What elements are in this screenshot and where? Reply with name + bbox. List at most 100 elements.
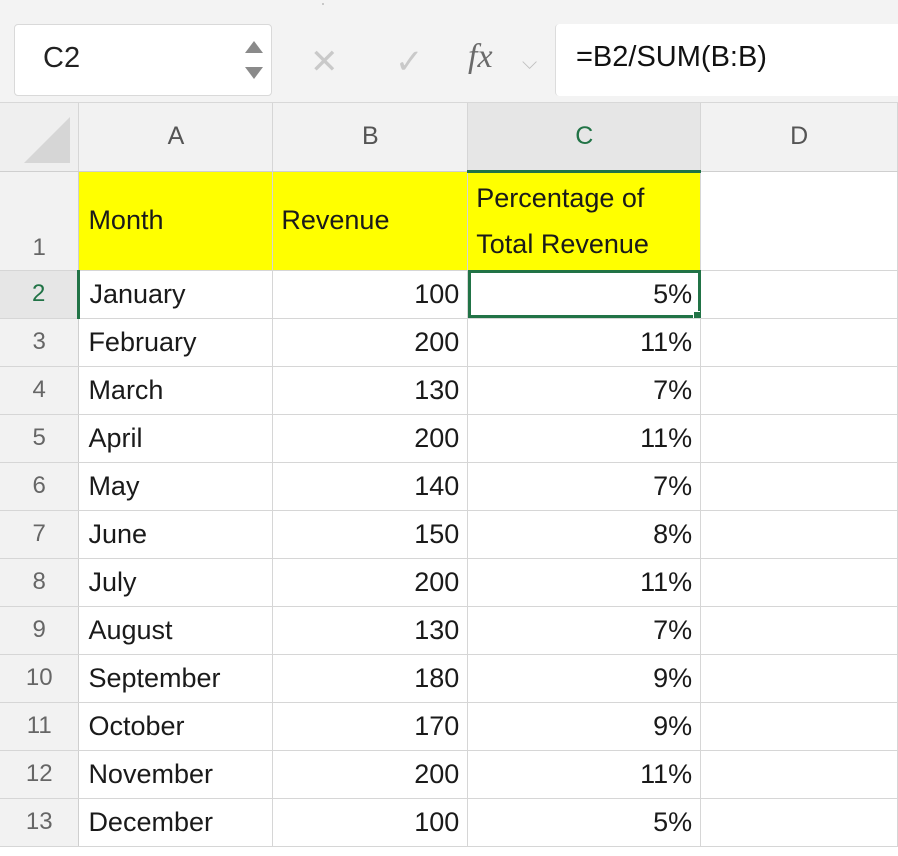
row-header-11[interactable]: 11: [0, 702, 80, 751]
row-header-1[interactable]: 1: [0, 171, 80, 271]
chevron-down-icon[interactable]: [245, 67, 263, 79]
spreadsheet-grid: A B C D 1 Month Revenue Percentage of To…: [0, 103, 898, 847]
cell-a1[interactable]: Month: [78, 171, 274, 271]
cell-d-empty[interactable]: [700, 462, 898, 511]
cell-d-empty[interactable]: [700, 558, 898, 607]
row-header-9[interactable]: 9: [0, 606, 80, 655]
cell-month[interactable]: May: [78, 462, 274, 511]
cell-d-empty[interactable]: [700, 798, 898, 847]
row-header-10[interactable]: 10: [0, 654, 80, 703]
cell-d-empty[interactable]: [700, 606, 898, 655]
fill-handle[interactable]: [693, 310, 700, 317]
cell-month[interactable]: November: [78, 750, 274, 799]
cell-month[interactable]: September: [78, 654, 274, 703]
cell-d-empty[interactable]: [700, 750, 898, 799]
cell-percentage[interactable]: 5%: [467, 798, 702, 847]
column-header-a[interactable]: A: [78, 103, 274, 172]
cell-d-empty[interactable]: [700, 654, 898, 703]
column-header-row: A B C D: [0, 103, 898, 173]
column-header-c[interactable]: C: [467, 103, 702, 173]
name-box-stepper[interactable]: [243, 35, 265, 87]
cell-percentage[interactable]: 8%: [467, 510, 702, 559]
row-header-12[interactable]: 12: [0, 750, 80, 799]
cell-d-empty[interactable]: [700, 702, 898, 751]
formula-bar: C2 ✕ ✓ fx ⌵ =B2/SUM(B:B): [0, 14, 898, 103]
chevron-down-icon[interactable]: ⌵: [522, 52, 537, 75]
table-row: 2 January 100 5%: [0, 270, 898, 319]
table-row: 7 June 150 8%: [0, 510, 898, 559]
cell-percentage[interactable]: 5%: [467, 270, 702, 319]
cell-month[interactable]: April: [78, 414, 274, 463]
cell-revenue[interactable]: 100: [272, 270, 469, 319]
cell-percentage[interactable]: 7%: [467, 462, 702, 511]
cell-month[interactable]: March: [78, 366, 274, 415]
formula-text[interactable]: =B2/SUM(B:B): [576, 41, 767, 74]
table-row: 5 April 200 11%: [0, 414, 898, 463]
cancel-icon[interactable]: ✕: [310, 42, 339, 82]
grip-dot: [322, 3, 324, 5]
cell-month[interactable]: June: [78, 510, 274, 559]
cell-revenue[interactable]: 140: [272, 462, 469, 511]
cell-month[interactable]: July: [78, 558, 274, 607]
table-row: 9 August 130 7%: [0, 606, 898, 655]
cell-percentage[interactable]: 11%: [467, 558, 702, 607]
table-row: 4 March 130 7%: [0, 366, 898, 415]
table-row: 3 February 200 11%: [0, 318, 898, 367]
name-box-value[interactable]: C2: [43, 42, 80, 75]
row-header-3[interactable]: 3: [0, 318, 80, 367]
cell-revenue[interactable]: 170: [272, 702, 469, 751]
chevron-up-icon[interactable]: [245, 41, 263, 53]
cell-revenue[interactable]: 130: [272, 366, 469, 415]
cell-percentage[interactable]: 7%: [467, 606, 702, 655]
cell-percentage[interactable]: 11%: [467, 750, 702, 799]
column-header-d[interactable]: D: [700, 103, 898, 172]
cell-month[interactable]: January: [78, 270, 274, 319]
cell-d-empty[interactable]: [700, 270, 898, 319]
function-icon[interactable]: fx: [468, 38, 493, 76]
cell-month[interactable]: August: [78, 606, 274, 655]
cell-month[interactable]: December: [78, 798, 274, 847]
row-header-6[interactable]: 6: [0, 462, 80, 511]
select-all-button[interactable]: [0, 103, 80, 172]
cell-month[interactable]: February: [78, 318, 274, 367]
cell-revenue[interactable]: 200: [272, 558, 469, 607]
column-header-b[interactable]: B: [272, 103, 469, 172]
cell-revenue[interactable]: 150: [272, 510, 469, 559]
select-all-triangle-icon: [24, 116, 71, 163]
cell-percentage[interactable]: 9%: [467, 702, 702, 751]
row-header-4[interactable]: 4: [0, 366, 80, 415]
table-row: 6 May 140 7%: [0, 462, 898, 511]
cell-d1[interactable]: [700, 171, 898, 271]
cell-c1[interactable]: Percentage of Total Revenue: [467, 171, 702, 271]
table-row: 11 October 170 9%: [0, 702, 898, 751]
cell-d-empty[interactable]: [700, 366, 898, 415]
cell-percentage[interactable]: 9%: [467, 654, 702, 703]
row-header-8[interactable]: 8: [0, 558, 80, 607]
formula-input[interactable]: =B2/SUM(B:B): [555, 24, 898, 96]
cell-revenue[interactable]: 130: [272, 606, 469, 655]
cell-d-empty[interactable]: [700, 318, 898, 367]
name-box[interactable]: C2: [14, 24, 272, 96]
row-header-7[interactable]: 7: [0, 510, 80, 559]
cell-percentage[interactable]: 11%: [467, 318, 702, 367]
table-row: 13 December 100 5%: [0, 798, 898, 847]
cell-revenue[interactable]: 200: [272, 318, 469, 367]
row-header-5[interactable]: 5: [0, 414, 80, 463]
cell-revenue[interactable]: 100: [272, 798, 469, 847]
table-row: 8 July 200 11%: [0, 558, 898, 607]
table-row: 12 November 200 11%: [0, 750, 898, 799]
table-row: 10 September 180 9%: [0, 654, 898, 703]
cell-percentage[interactable]: 7%: [467, 366, 702, 415]
cell-d-empty[interactable]: [700, 414, 898, 463]
row-header-13[interactable]: 13: [0, 798, 80, 847]
table-header-row: 1 Month Revenue Percentage of Total Reve…: [0, 171, 898, 271]
cell-revenue[interactable]: 200: [272, 414, 469, 463]
row-header-2[interactable]: 2: [0, 270, 81, 319]
cell-d-empty[interactable]: [700, 510, 898, 559]
cell-revenue[interactable]: 180: [272, 654, 469, 703]
cell-percentage[interactable]: 11%: [467, 414, 702, 463]
cell-b1[interactable]: Revenue: [272, 171, 469, 271]
cell-revenue[interactable]: 200: [272, 750, 469, 799]
checkmark-icon[interactable]: ✓: [395, 42, 424, 82]
cell-month[interactable]: October: [78, 702, 274, 751]
